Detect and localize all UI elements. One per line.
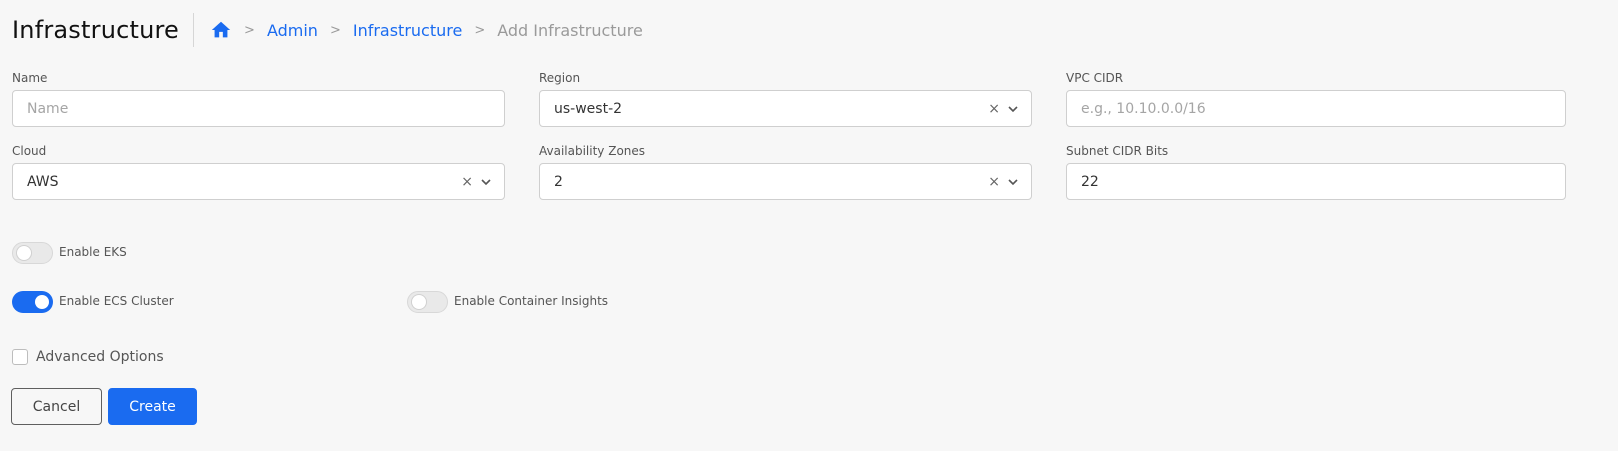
toggle-knob: [35, 295, 49, 309]
enable-container-insights-toggle[interactable]: [407, 291, 448, 313]
name-field[interactable]: [12, 90, 505, 127]
vpc-cidr-field[interactable]: [1066, 90, 1566, 127]
breadcrumb-separator: >: [329, 22, 341, 38]
toggle-knob: [17, 246, 31, 260]
region-value: us-west-2: [554, 100, 623, 117]
vpc-cidr-label: VPC CIDR: [1066, 71, 1124, 85]
cloud-value: AWS: [27, 173, 59, 190]
breadcrumb: > Admin > Infrastructure > Add Infrastru…: [208, 19, 643, 41]
name-label: Name: [12, 71, 48, 85]
home-icon[interactable]: [210, 19, 232, 41]
subnet-cidr-bits-label: Subnet CIDR Bits: [1066, 144, 1169, 158]
advanced-options-checkbox[interactable]: [12, 349, 28, 365]
region-clear-icon[interactable]: ×: [988, 101, 1000, 117]
page-title: Infrastructure: [12, 16, 180, 44]
region-label: Region: [539, 71, 581, 85]
subnet-cidr-bits-input[interactable]: [1081, 173, 1565, 190]
availability-zones-label: Availability Zones: [539, 144, 646, 158]
chevron-down-icon[interactable]: [480, 176, 492, 188]
breadcrumb-separator: >: [244, 22, 255, 38]
toggle-knob: [412, 295, 426, 309]
subnet-cidr-bits-field[interactable]: [1066, 163, 1566, 200]
cancel-button[interactable]: Cancel: [11, 388, 102, 425]
enable-container-insights-label: Enable Container Insights: [454, 294, 609, 308]
cloud-clear-icon[interactable]: ×: [461, 174, 473, 190]
breadcrumb-infrastructure[interactable]: Infrastructure: [353, 21, 462, 40]
enable-ecs-cluster-toggle[interactable]: [12, 291, 53, 313]
chevron-down-icon[interactable]: [1007, 176, 1019, 188]
availability-zones-clear-icon[interactable]: ×: [988, 174, 1000, 190]
header-divider: [193, 13, 195, 47]
name-input[interactable]: [27, 100, 504, 117]
enable-ecs-cluster-label: Enable ECS Cluster: [59, 294, 174, 308]
breadcrumb-separator: >: [474, 22, 486, 38]
availability-zones-select[interactable]: 2 ×: [539, 163, 1032, 200]
page-header: Infrastructure > Admin > Infrastructure …: [12, 10, 643, 50]
enable-eks-toggle[interactable]: [12, 242, 53, 264]
breadcrumb-admin[interactable]: Admin: [267, 21, 318, 40]
enable-eks-label: Enable EKS: [59, 245, 127, 259]
breadcrumb-current: Add Infrastructure: [497, 20, 643, 40]
advanced-options-label[interactable]: Advanced Options: [36, 349, 164, 365]
chevron-down-icon[interactable]: [1007, 103, 1019, 115]
availability-zones-value: 2: [554, 173, 563, 190]
create-button[interactable]: Create: [108, 388, 197, 425]
cloud-label: Cloud: [12, 144, 47, 158]
region-select[interactable]: us-west-2 ×: [539, 90, 1032, 127]
vpc-cidr-input[interactable]: [1081, 100, 1565, 117]
cloud-select[interactable]: AWS ×: [12, 163, 505, 200]
